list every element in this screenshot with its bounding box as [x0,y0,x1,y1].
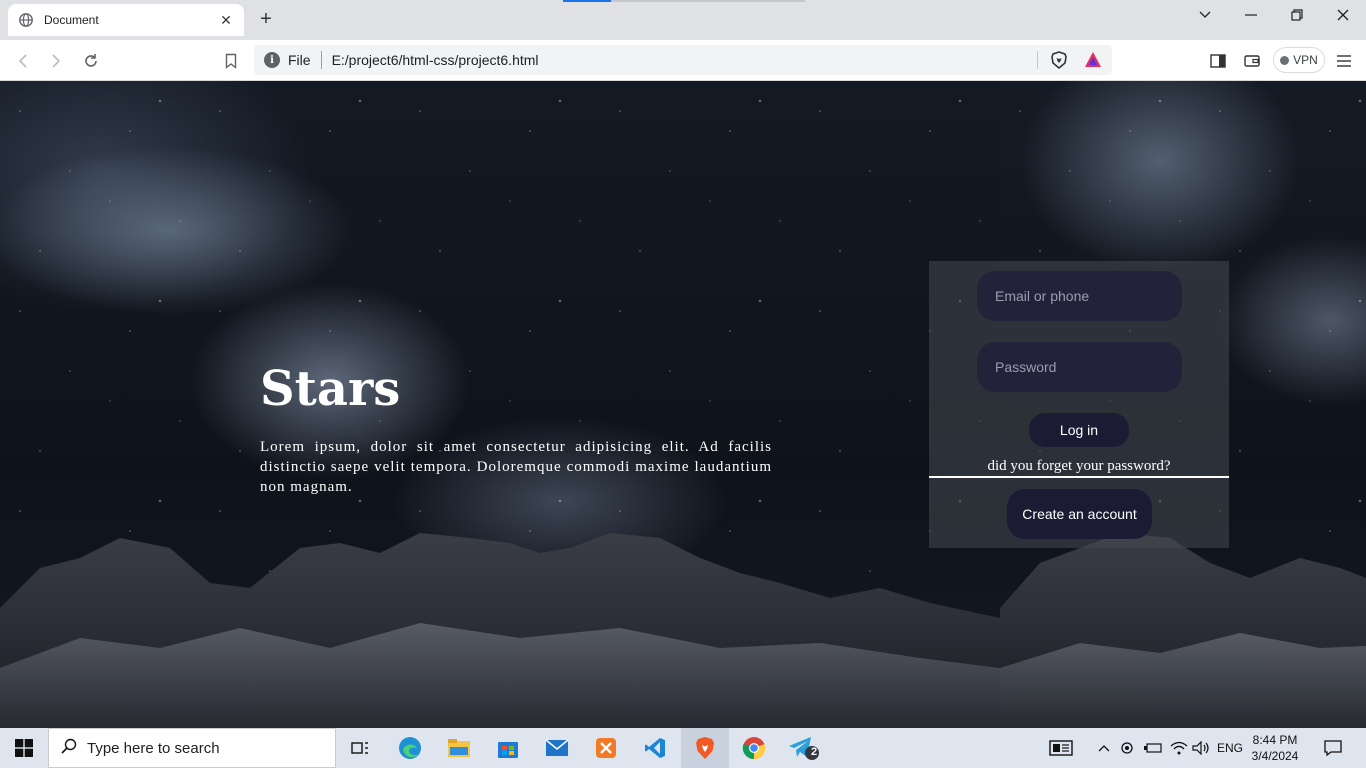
browser-toolbar: i File E:/project6/html-css/project6.htm… [0,40,1366,81]
address-url[interactable]: E:/project6/html-css/project6.html [332,52,1037,68]
page-title: Stars [260,361,401,417]
forgot-password-link[interactable]: did you forget your password? [929,458,1229,478]
close-icon[interactable]: ✕ [218,12,234,29]
windows-start-icon[interactable] [0,728,48,768]
rewards-icon[interactable] [1084,51,1102,69]
info-icon[interactable]: i [264,52,280,68]
windows-taskbar: Type here to search 2 ENG 8:44 PM 3/4/20… [0,728,1366,768]
browser-titlebar: Document ✕ + [0,0,1366,40]
tab-strip-indicator-secondary [611,0,805,2]
battery-icon[interactable] [1142,728,1164,768]
mountain-range [0,533,1366,728]
address-divider-right [1037,51,1038,69]
news-widget-icon[interactable] [1044,728,1078,768]
email-field[interactable] [977,271,1182,321]
reload-icon[interactable] [80,50,102,72]
bookmark-icon[interactable] [220,50,242,72]
address-divider [320,51,322,69]
task-view-icon[interactable] [336,728,384,768]
notification-icon[interactable] [1318,728,1348,768]
meet-now-icon[interactable] [1118,728,1138,768]
minimize-button[interactable] [1228,4,1274,26]
search-placeholder: Type here to search [87,739,220,757]
new-tab-button[interactable]: + [256,9,276,29]
page-viewport: Stars Lorem ipsum, dolor sit amet consec… [0,81,1366,728]
chevron-up-icon[interactable] [1094,728,1114,768]
vpn-status-icon [1280,55,1290,65]
brave-browser-icon[interactable] [681,728,729,768]
clock-date: 3/4/2024 [1251,749,1299,763]
globe-icon [18,12,34,28]
tab-title: Document [44,13,99,27]
taskbar-clock[interactable]: 8:44 PM 3/4/2024 [1244,732,1306,764]
volume-icon[interactable] [1190,728,1212,768]
clock-time: 8:44 PM [1252,733,1298,747]
create-account-button[interactable]: Create an account [1007,489,1152,539]
address-scheme: File [288,52,311,68]
forward-icon[interactable] [45,50,67,72]
vpn-button[interactable]: VPN [1273,47,1325,73]
mail-icon[interactable] [533,728,581,768]
file-explorer-icon[interactable] [435,728,483,768]
vpn-label: VPN [1293,53,1318,67]
login-button[interactable]: Log in [1029,413,1129,447]
back-icon[interactable] [12,50,34,72]
store-icon[interactable] [484,728,532,768]
sidebar-icon[interactable] [1207,50,1229,72]
brave-shield-icon[interactable] [1050,51,1068,70]
password-field[interactable] [977,342,1182,392]
wallet-icon[interactable] [1241,50,1263,72]
browser-tab[interactable]: Document ✕ [8,4,244,36]
telegram-icon[interactable]: 2 [779,728,827,768]
telegram-badge: 2 [811,746,818,758]
vscode-icon[interactable] [631,728,679,768]
close-window-button[interactable] [1320,4,1366,26]
taskbar-search-input[interactable]: Type here to search [48,728,336,768]
address-bar[interactable]: i File E:/project6/html-css/project6.htm… [254,45,1112,75]
edge-icon[interactable] [386,728,434,768]
search-icon [61,738,77,759]
tab-strip-indicator [563,0,611,2]
restore-button[interactable] [1274,4,1320,26]
chevron-down-icon[interactable] [1182,4,1228,26]
chrome-icon[interactable] [730,728,778,768]
xampp-icon[interactable] [582,728,630,768]
wifi-icon[interactable] [1168,728,1190,768]
menu-icon[interactable] [1333,50,1355,72]
language-indicator[interactable]: ENG [1214,728,1246,768]
login-panel: Log in did you forget your password? Cre… [929,261,1229,548]
hero-paragraph: Lorem ipsum, dolor sit amet consectetur … [260,439,772,495]
